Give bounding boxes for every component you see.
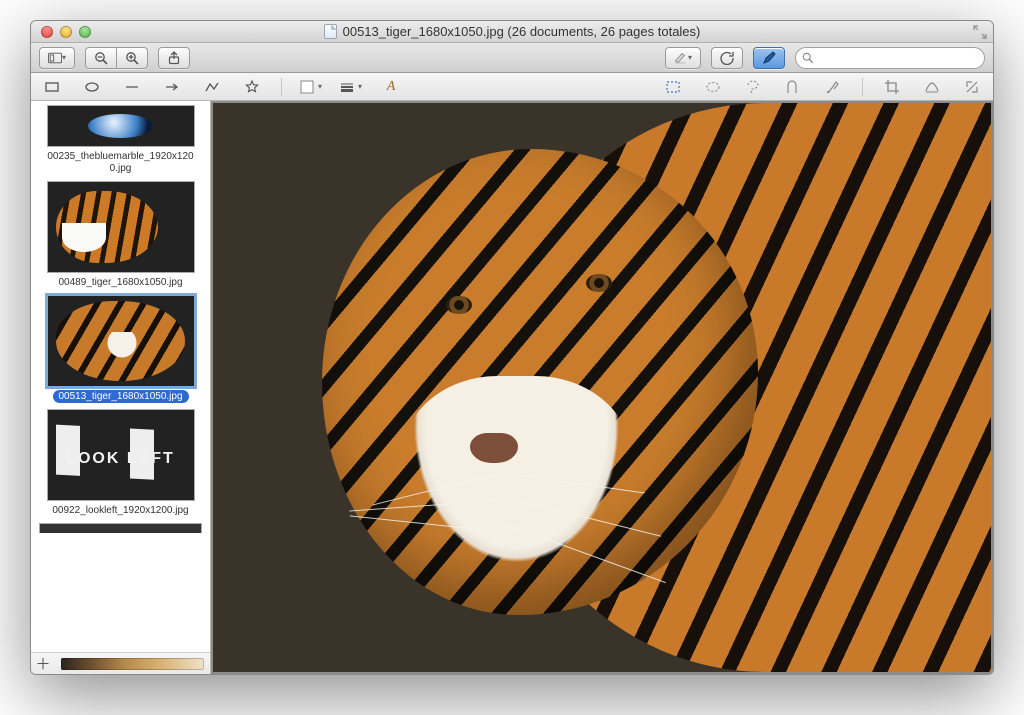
thumbnail-list[interactable]: 00235_thebluemarble_1920x1200.jpg 00489_t… (31, 101, 210, 652)
doc-proxy-icon (324, 24, 337, 39)
close-button[interactable] (41, 26, 53, 38)
chevron-down-icon: ▾ (358, 82, 362, 91)
window-title-text: 00513_tiger_1680x1050.jpg (26 documents,… (343, 24, 701, 39)
thumbnail-image (47, 105, 195, 147)
resize-tool-icon[interactable] (961, 76, 983, 98)
share-button[interactable] (158, 47, 190, 69)
ellipse-select-icon[interactable] (702, 76, 724, 98)
thumbnail-label: 00513_tiger_1680x1050.jpg (39, 391, 202, 403)
polyline-tool-icon[interactable] (201, 76, 223, 98)
zoom-group (85, 47, 148, 69)
zoom-in-button[interactable] (116, 47, 148, 69)
search-field[interactable] (795, 47, 985, 69)
sidebar-footer: ＋ (31, 652, 210, 674)
rotate-button[interactable] (711, 47, 743, 69)
thumbnail-item[interactable]: 00235_thebluemarble_1920x1200.jpg (39, 105, 202, 175)
markup-toggle-button[interactable] (753, 47, 785, 69)
titlebar: 00513_tiger_1680x1050.jpg (26 documents,… (31, 21, 993, 43)
text-tool-icon[interactable]: A (380, 76, 402, 98)
markup-toolbar: ▾ ▾ A (31, 73, 993, 101)
fill-color-button[interactable]: ▾ (300, 76, 322, 98)
chevron-down-icon: ▾ (318, 82, 322, 91)
adjust-tool-icon[interactable] (921, 76, 943, 98)
lasso-select-icon[interactable] (742, 76, 764, 98)
search-icon (802, 52, 814, 64)
highlight-button[interactable]: ▾ (665, 47, 701, 69)
main-image (213, 103, 991, 672)
instant-alpha-icon[interactable] (822, 76, 844, 98)
thumbnail-image (47, 295, 195, 387)
arrow-tool-icon[interactable] (161, 76, 183, 98)
thumbnail-image (47, 409, 195, 501)
preview-window: 00513_tiger_1680x1050.jpg (26 documents,… (30, 20, 994, 675)
line-tool-icon[interactable] (121, 76, 143, 98)
thumbnail-item[interactable]: 00513_tiger_1680x1050.jpg (39, 295, 202, 403)
ellipse-tool-icon[interactable] (81, 76, 103, 98)
main-toolbar: ▾ ▾ (31, 43, 993, 73)
thumbnail-item[interactable] (39, 523, 202, 533)
smart-lasso-icon[interactable] (782, 76, 804, 98)
minimize-button[interactable] (60, 26, 72, 38)
thumbnail-image (47, 181, 195, 273)
line-weight-button[interactable]: ▾ (340, 76, 362, 98)
star-tool-icon[interactable] (241, 76, 263, 98)
crop-tool-icon[interactable] (881, 76, 903, 98)
window-controls (31, 26, 91, 38)
chevron-down-icon: ▾ (688, 53, 692, 62)
search-input[interactable] (818, 51, 978, 65)
window-title: 00513_tiger_1680x1050.jpg (26 documents,… (31, 24, 993, 39)
rect-select-icon[interactable] (662, 76, 684, 98)
thumbnail-label: 00235_thebluemarble_1920x1200.jpg (39, 151, 202, 175)
thumbnail-item[interactable]: 00489_tiger_1680x1050.jpg (39, 181, 202, 289)
zoom-button[interactable] (79, 26, 91, 38)
view-mode-button[interactable]: ▾ (39, 47, 75, 69)
thumbnail-label: 00922_lookleft_1920x1200.jpg (39, 505, 202, 517)
add-page-button[interactable]: ＋ (31, 653, 55, 674)
image-canvas[interactable] (211, 101, 993, 674)
fullscreen-button[interactable] (973, 25, 987, 39)
rect-tool-icon[interactable] (41, 76, 63, 98)
film-strip-icon (61, 658, 204, 670)
thumbnail-label: 00489_tiger_1680x1050.jpg (39, 277, 202, 289)
chevron-down-icon: ▾ (62, 53, 66, 62)
toolbar-divider (862, 78, 863, 96)
thumbnail-item[interactable]: 00922_lookleft_1920x1200.jpg (39, 409, 202, 517)
thumbnail-sidebar: 00235_thebluemarble_1920x1200.jpg 00489_t… (31, 101, 211, 674)
toolbar-divider (281, 78, 282, 96)
zoom-out-button[interactable] (85, 47, 117, 69)
content-area: 00235_thebluemarble_1920x1200.jpg 00489_t… (31, 101, 993, 674)
